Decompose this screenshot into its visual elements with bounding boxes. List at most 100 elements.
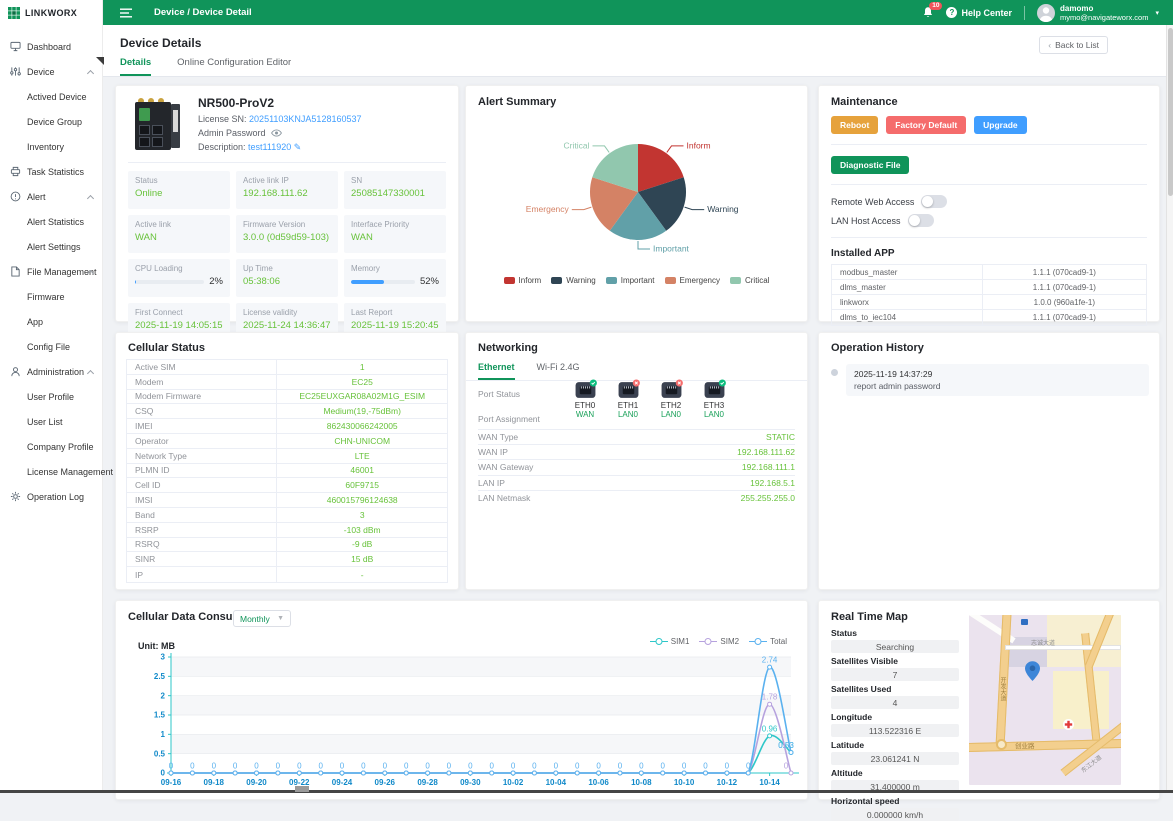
map-road-label: 创业路 bbox=[1015, 740, 1035, 750]
svg-text:09-16: 09-16 bbox=[161, 778, 182, 787]
brand-logo[interactable]: LINKWORX bbox=[0, 0, 102, 26]
satellites-used-field: Satellites Used 4 bbox=[831, 684, 959, 709]
eth1-port[interactable]: ETH1LAN0 bbox=[613, 379, 643, 419]
svg-text:0: 0 bbox=[554, 762, 559, 771]
tab-details[interactable]: Details bbox=[120, 57, 151, 76]
license-sn-value[interactable]: 20251103KNJA5128160537 bbox=[249, 114, 361, 124]
svg-text:0: 0 bbox=[233, 762, 238, 771]
sidebar-item-license-management[interactable]: License Management bbox=[0, 459, 102, 484]
legend-label: Inform bbox=[519, 276, 542, 285]
legend-label: Warning bbox=[566, 276, 596, 285]
app-row: linkworx1.0.0 (960a1fe-1) bbox=[832, 295, 1146, 310]
sidebar-item-user-profile[interactable]: User Profile bbox=[0, 384, 102, 409]
stat-label: Active link IP bbox=[243, 176, 331, 185]
legend-item-important[interactable]: Important bbox=[606, 276, 655, 285]
row-value: EC25EUXGAR08A02M1G_ESIM bbox=[277, 391, 447, 401]
breadcrumb[interactable]: Device / Device Detail bbox=[154, 7, 252, 18]
app-row: modbus_master1.1.1 (070cad9-1) bbox=[832, 265, 1146, 280]
field-value: 4 bbox=[831, 696, 959, 709]
table-row: ModemEC25 bbox=[127, 375, 447, 390]
tab-online-configuration-editor[interactable]: Online Configuration Editor bbox=[177, 57, 291, 76]
scrollbar-thumb[interactable] bbox=[1168, 28, 1173, 196]
back-to-list-button[interactable]: ‹ Back to List bbox=[1039, 36, 1108, 54]
svg-text:3: 3 bbox=[161, 653, 166, 662]
sidebar-item-alert-statistics[interactable]: Alert Statistics bbox=[0, 209, 102, 234]
legend-item-critical[interactable]: Critical bbox=[730, 276, 769, 285]
legend-item-inform[interactable]: Inform bbox=[504, 276, 542, 285]
legend-item-sim1[interactable]: SIM1 bbox=[650, 637, 690, 646]
sidebar-item-operation-log[interactable]: Operation Log bbox=[0, 484, 102, 509]
remote-web-access-row: Remote Web Access bbox=[831, 195, 1147, 208]
device-stats-grid: StatusOnlineActive link IP192.168.111.62… bbox=[116, 171, 458, 341]
svg-text:10-14: 10-14 bbox=[759, 778, 780, 787]
legend-swatch bbox=[665, 277, 676, 284]
field-label: Satellites Used bbox=[831, 684, 959, 694]
sidebar-item-alert-settings[interactable]: Alert Settings bbox=[0, 234, 102, 259]
help-center-link[interactable]: ? Help Center bbox=[946, 7, 1012, 18]
eth0-port[interactable]: ETH0WAN bbox=[570, 379, 600, 419]
upgrade-button[interactable]: Upgrade bbox=[974, 116, 1026, 134]
user-menu[interactable]: damomo mymo@navigateworx.com ▾ bbox=[1037, 4, 1159, 22]
remote-web-access-toggle[interactable] bbox=[921, 195, 947, 208]
sidebar-item-task-statistics[interactable]: Task Statistics bbox=[0, 159, 102, 184]
sidebar-item-dashboard[interactable]: Dashboard bbox=[0, 34, 102, 59]
field-value: 113.522316 E bbox=[831, 724, 959, 737]
consumption-card: Cellular Data Consumption Monthly ▼ Unit… bbox=[115, 600, 808, 800]
table-row: CSQMedium(19,-75dBm) bbox=[127, 404, 447, 419]
reboot-button[interactable]: Reboot bbox=[831, 116, 878, 134]
sidebar-item-device-group[interactable]: Device Group bbox=[0, 109, 102, 134]
row-label: Operator bbox=[127, 434, 277, 448]
sidebar-collapse-handle[interactable] bbox=[96, 57, 104, 65]
legend-item-emergency[interactable]: Emergency bbox=[665, 276, 720, 285]
legend-item-sim2[interactable]: SIM2 bbox=[699, 637, 739, 646]
svg-text:1: 1 bbox=[161, 730, 166, 739]
eth3-port[interactable]: ETH3LAN0 bbox=[699, 379, 729, 419]
stat-label: Firmware Version bbox=[243, 220, 331, 229]
device-stat-tile: SN25085147330001 bbox=[344, 171, 446, 209]
legend-item-warning[interactable]: Warning bbox=[551, 276, 596, 285]
sidebar-item-firmware[interactable]: Firmware bbox=[0, 284, 102, 309]
tab-ethernet[interactable]: Ethernet bbox=[478, 362, 515, 380]
sidebar-item-user-list[interactable]: User List bbox=[0, 409, 102, 434]
sidebar-item-app[interactable]: App bbox=[0, 309, 102, 334]
sidebar-item-inventory[interactable]: Inventory bbox=[0, 134, 102, 159]
row-value: CHN-UNICOM bbox=[277, 436, 447, 446]
row-label: PLMN ID bbox=[127, 464, 277, 478]
sidebar-item-label: Alert Statistics bbox=[27, 217, 84, 227]
row-value: LTE bbox=[277, 451, 447, 461]
sidebar-item-device[interactable]: Device bbox=[0, 59, 102, 84]
sidebar-item-actived-device[interactable]: Actived Device bbox=[0, 84, 102, 109]
eye-icon[interactable] bbox=[271, 129, 282, 137]
sidebar-item-label: Device bbox=[27, 67, 55, 77]
sidebar-item-label: User List bbox=[27, 417, 63, 427]
sidebar-item-company-profile[interactable]: Company Profile bbox=[0, 434, 102, 459]
map-canvas[interactable]: 志诚大道 创业路 开发大道 东江大道 bbox=[969, 615, 1121, 785]
port-assignment: LAN0 bbox=[613, 410, 643, 419]
svg-text:09-18: 09-18 bbox=[204, 778, 225, 787]
operation-history-title: Operation History bbox=[819, 333, 1159, 354]
table-row: LAN IP192.168.5.1 bbox=[478, 475, 795, 490]
row-value: - bbox=[277, 570, 447, 580]
scrollbar[interactable] bbox=[1166, 25, 1173, 793]
legend-item-total[interactable]: Total bbox=[749, 637, 787, 646]
sidebar-item-file-management[interactable]: File Management bbox=[0, 259, 102, 284]
lan-host-access-toggle[interactable] bbox=[908, 214, 934, 227]
diagnostic-file-button[interactable]: Diagnostic File bbox=[831, 156, 909, 174]
eth2-port[interactable]: ETH2LAN0 bbox=[656, 379, 686, 419]
device-stat-tile: Active linkWAN bbox=[128, 215, 230, 253]
row-label: Modem Firmware bbox=[127, 390, 277, 404]
tab-wifi-2-4g[interactable]: Wi-Fi 2.4G bbox=[537, 362, 580, 380]
stat-value: WAN bbox=[135, 232, 223, 243]
menu-fold-icon[interactable] bbox=[120, 8, 132, 18]
edit-icon[interactable]: ✎ bbox=[294, 142, 302, 152]
sidebar: LINKWORX Dashboard Device Actived DeviceDe… bbox=[0, 0, 103, 793]
history-text: report admin password bbox=[854, 381, 1141, 391]
factory-default-button[interactable]: Factory Default bbox=[886, 116, 966, 134]
period-select[interactable]: Monthly ▼ bbox=[233, 610, 291, 627]
notification-bell[interactable]: 10 bbox=[922, 6, 934, 19]
sidebar-item-administration[interactable]: Administration bbox=[0, 359, 102, 384]
sidebar-item-config-file[interactable]: Config File bbox=[0, 334, 102, 359]
row-label: WAN IP bbox=[478, 447, 508, 457]
stat-label: Up Time bbox=[243, 264, 331, 273]
sidebar-item-alert[interactable]: Alert bbox=[0, 184, 102, 209]
